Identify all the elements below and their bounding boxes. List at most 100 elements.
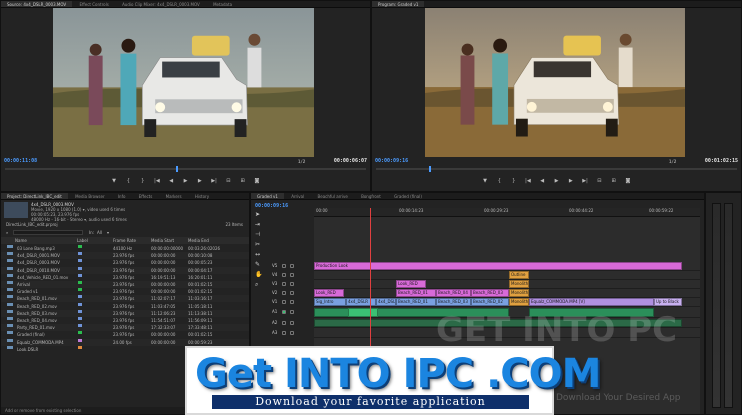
timeline-clip[interactable]: Beach_RED_03 (436, 298, 471, 306)
track-select-tool-icon[interactable]: ⇥ (255, 221, 260, 228)
label-color-swatch[interactable] (78, 324, 82, 328)
tab-program[interactable]: Program: Graded v1 (372, 1, 425, 7)
label-color-swatch[interactable] (78, 302, 82, 306)
timeline-clip[interactable]: Look_RED (396, 280, 426, 288)
pen-tool-icon[interactable]: ✎ (255, 261, 260, 268)
step-forward-icon[interactable]: ▶ (566, 178, 575, 184)
tab-sequence-graded-final[interactable]: Graded (final) (388, 193, 428, 199)
tab-history[interactable]: History (189, 193, 215, 199)
lock-icon[interactable] (282, 282, 286, 286)
column-media-end[interactable]: Media End (188, 237, 209, 244)
column-media-start[interactable]: Media Start (151, 237, 174, 244)
timeline-ruler[interactable]: 00:00 00:00:14:23 00:00:29:23 00:00:44:2… (314, 208, 700, 217)
marker-icon[interactable]: ▼ (110, 178, 119, 184)
lock-icon[interactable] (282, 291, 286, 295)
solo-icon[interactable] (290, 310, 294, 314)
go-to-out-icon[interactable]: ▶| (581, 178, 590, 184)
label-color-swatch[interactable] (78, 245, 82, 248)
timeline-clip[interactable]: Beach_RED_04 (436, 289, 471, 297)
lift-icon[interactable]: ⊟ (595, 178, 604, 184)
eye-icon[interactable] (290, 264, 294, 268)
source-scrub-bar[interactable] (5, 168, 366, 170)
timeline-clip[interactable]: Beach_RED_01 (396, 298, 436, 306)
tab-media-browser[interactable]: Media Browser (69, 193, 111, 199)
program-playhead[interactable] (429, 166, 431, 172)
program-video-frame[interactable] (425, 8, 685, 157)
export-frame-icon[interactable]: ◙ (252, 178, 261, 184)
timeline-clip[interactable]: Sig_Intro (314, 298, 346, 306)
tab-project[interactable]: Project: DirectLink_IBC_edit (1, 193, 68, 199)
label-color-swatch[interactable] (78, 288, 82, 292)
label-color-swatch[interactable] (78, 345, 82, 349)
timeline-clip[interactable]: 4x4_DSLR_0 (376, 298, 396, 306)
timeline-clip[interactable]: Beach_RED_02 (471, 298, 509, 306)
mark-out-icon[interactable]: } (138, 178, 147, 184)
timeline-clip[interactable]: Monolith (509, 298, 529, 306)
go-to-out-icon[interactable]: ▶| (210, 178, 219, 184)
mark-in-icon[interactable]: { (495, 178, 504, 184)
step-forward-icon[interactable]: ▶ (195, 178, 204, 184)
tab-markers[interactable]: Markers (160, 193, 188, 199)
eye-icon[interactable] (290, 282, 294, 286)
label-color-swatch[interactable] (78, 259, 82, 263)
tab-sequence-bongfront[interactable]: Bongfront (355, 193, 387, 199)
source-playhead[interactable] (176, 166, 178, 172)
label-color-swatch[interactable] (78, 309, 82, 313)
timeline-clip[interactable]: Up to Black (654, 298, 682, 306)
project-item-row[interactable]: Beach_RED_02.mov 23.976 fps 11:03:47:05 11:… (1, 302, 249, 310)
tab-sequence-beachful-arrive[interactable]: Beachful arrive (311, 193, 353, 199)
source-zoom[interactable]: 1/2 (298, 159, 305, 164)
go-to-in-icon[interactable]: |◀ (523, 178, 532, 184)
chevron-down-icon[interactable]: ▾ (107, 229, 109, 236)
program-zoom[interactable]: 1/2 (669, 159, 676, 164)
mute-icon[interactable] (282, 310, 286, 314)
tab-info[interactable]: Info (112, 193, 132, 199)
project-item-row[interactable]: 4x4_DSLR_0003.MOV 23.976 fps 00:00:00:00 00… (1, 259, 249, 266)
tab-audio-clip-mixer[interactable]: Audio Clip Mixer: 4x4_DSLR_0003.MOV (116, 1, 206, 7)
overwrite-icon[interactable]: ⊞ (238, 178, 247, 184)
selection-tool-icon[interactable]: ➤ (255, 211, 260, 218)
project-item-row[interactable]: Graded v1 23.976 fps 00:00:00:00 00:01:02:1… (1, 288, 249, 295)
timeline-clip[interactable]: Equalz_COMMODA.MP4 [V] (529, 298, 654, 306)
label-color-swatch[interactable] (78, 317, 82, 320)
step-back-icon[interactable]: ◀ (538, 178, 547, 184)
project-item-row[interactable]: Beach_RED_04.mov 23.976 fps 11:54:51:07 11:… (1, 317, 249, 324)
ripple-edit-tool-icon[interactable]: ⊣ (255, 231, 260, 238)
label-color-swatch[interactable] (78, 331, 82, 335)
eye-icon[interactable] (290, 273, 294, 277)
lock-icon[interactable] (282, 273, 286, 277)
step-back-icon[interactable]: ◀ (167, 178, 176, 184)
project-item-row[interactable]: 4x4_Vehicle_RED_01.mov 23.976 fps 16:19:51… (1, 273, 249, 281)
mute-icon[interactable] (282, 331, 286, 335)
column-frame-rate[interactable]: Frame Rate (113, 237, 136, 244)
timeline-clip[interactable]: Look_RED (314, 289, 344, 297)
razor-tool-icon[interactable]: ✂ (255, 241, 260, 248)
timeline-clip[interactable]: Monolith (509, 280, 529, 288)
lock-icon[interactable] (282, 264, 286, 268)
solo-icon[interactable] (290, 331, 294, 335)
hand-tool-icon[interactable]: ✋ (255, 271, 262, 278)
mark-in-icon[interactable]: { (124, 178, 133, 184)
project-item-row[interactable]: Beach_RED_03.mov 23.976 fps 11:12:06:23 11:… (1, 309, 249, 317)
slip-tool-icon[interactable]: ↔ (255, 251, 260, 258)
lock-icon[interactable] (282, 300, 286, 304)
search-input[interactable] (13, 230, 83, 235)
audio-clip[interactable] (348, 308, 378, 317)
play-icon[interactable]: ▶ (552, 178, 561, 184)
export-frame-icon[interactable]: ◙ (623, 178, 632, 184)
zoom-tool-icon[interactable]: ⌕ (255, 281, 258, 289)
play-icon[interactable]: ▶ (181, 178, 190, 184)
project-item-row[interactable]: 03 Lone Bang.mp3 44100 Hz 00:00:00:00000 00… (1, 245, 249, 252)
tab-source[interactable]: Source: 4x4_DSLR_0003.MOV (1, 1, 73, 7)
label-color-swatch[interactable] (78, 266, 82, 270)
project-item-row[interactable]: 4x4_DSLR_0010.MOV 23.976 fps 00:00:00:00 00… (1, 266, 249, 274)
column-name[interactable]: Name (15, 237, 27, 244)
tab-sequence-arrival[interactable]: Arrival (285, 193, 310, 199)
marker-icon[interactable]: ▼ (481, 178, 490, 184)
tab-effect-controls[interactable]: Effect Controls (73, 1, 114, 7)
timeline-clip[interactable]: Monolith (509, 289, 529, 297)
timeline-clip[interactable]: Beach_RED_03 (471, 289, 509, 297)
project-item-row[interactable]: Equalz_COMMODA.MP4 24.00 fps 00:00:00:00 00… (1, 338, 249, 346)
source-timecode-in[interactable]: 00:00:11:08 (4, 158, 37, 164)
eye-icon[interactable] (290, 300, 294, 304)
